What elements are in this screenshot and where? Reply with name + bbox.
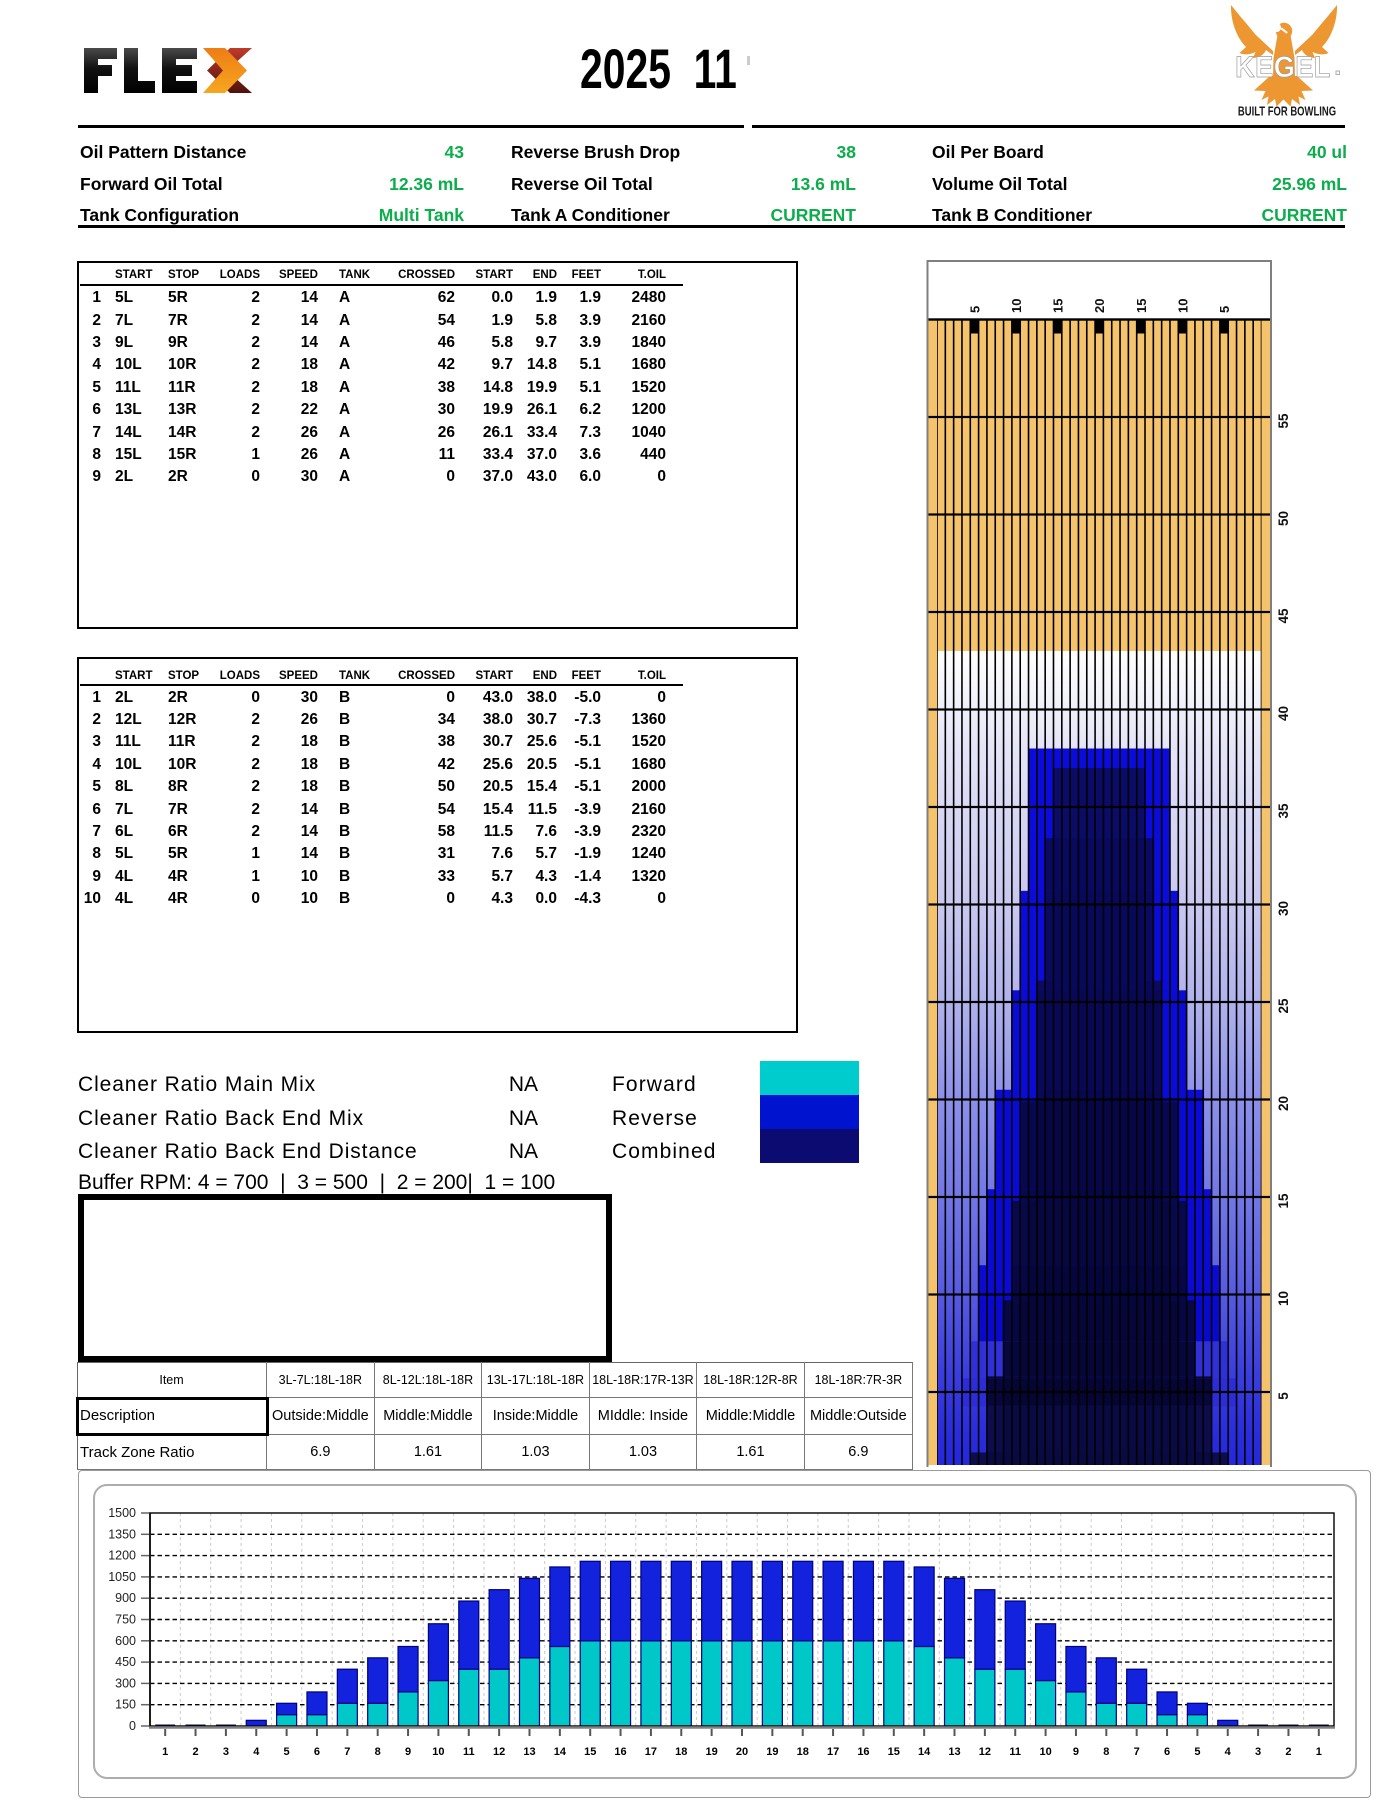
svg-text:25: 25 — [1276, 998, 1291, 1014]
svg-text:150: 150 — [115, 1698, 136, 1712]
svg-text:9: 9 — [405, 1746, 411, 1758]
svg-text:300: 300 — [115, 1676, 136, 1690]
svg-text:10: 10 — [1176, 299, 1191, 313]
svg-text:1: 1 — [162, 1746, 168, 1758]
svg-text:11: 11 — [463, 1746, 475, 1758]
svg-text:1: 1 — [1316, 1746, 1322, 1758]
svg-text:12: 12 — [979, 1746, 991, 1758]
svg-text:40: 40 — [1276, 706, 1291, 721]
svg-text:4: 4 — [1225, 1746, 1232, 1758]
svg-text:9: 9 — [1073, 1746, 1079, 1758]
svg-text:15: 15 — [1134, 299, 1149, 313]
svg-text:KEGEL: KEGEL — [1235, 51, 1331, 84]
svg-text:19: 19 — [706, 1746, 718, 1758]
svg-text:600: 600 — [115, 1634, 136, 1648]
svg-text:35: 35 — [1276, 803, 1291, 819]
svg-text:15: 15 — [1051, 299, 1066, 313]
svg-text:3: 3 — [1255, 1746, 1261, 1758]
svg-text:16: 16 — [614, 1746, 626, 1758]
svg-text:2: 2 — [192, 1746, 198, 1758]
svg-text:17: 17 — [645, 1746, 657, 1758]
svg-text:6: 6 — [1164, 1746, 1170, 1758]
svg-text:19: 19 — [766, 1746, 778, 1758]
svg-text:BUILT FOR BOWLING: BUILT FOR BOWLING — [1238, 105, 1336, 119]
svg-text:7: 7 — [344, 1746, 350, 1758]
svg-text:8: 8 — [1103, 1746, 1109, 1758]
svg-text:13: 13 — [948, 1746, 960, 1758]
svg-text:10: 10 — [432, 1746, 444, 1758]
svg-text:14: 14 — [554, 1746, 567, 1758]
svg-text:0: 0 — [129, 1719, 136, 1733]
svg-text:2: 2 — [1285, 1746, 1291, 1758]
svg-text:750: 750 — [115, 1613, 136, 1627]
svg-text:20: 20 — [1092, 299, 1107, 313]
svg-text:10: 10 — [1009, 299, 1024, 313]
svg-text:20: 20 — [736, 1746, 748, 1758]
svg-text:45: 45 — [1276, 608, 1291, 624]
svg-text:30: 30 — [1276, 901, 1291, 916]
svg-text:15: 15 — [584, 1746, 596, 1758]
svg-text:18: 18 — [675, 1746, 687, 1758]
svg-text:50: 50 — [1276, 511, 1291, 526]
svg-text:5: 5 — [967, 306, 982, 313]
svg-text:16: 16 — [857, 1746, 869, 1758]
svg-text:13: 13 — [523, 1746, 535, 1758]
svg-text:1200: 1200 — [108, 1549, 136, 1563]
svg-text:5: 5 — [1217, 306, 1232, 313]
svg-text:1050: 1050 — [108, 1570, 136, 1584]
svg-text:3: 3 — [223, 1746, 229, 1758]
svg-text:14: 14 — [918, 1746, 931, 1758]
svg-text:7: 7 — [1134, 1746, 1140, 1758]
svg-text:17: 17 — [827, 1746, 839, 1758]
svg-text:5: 5 — [284, 1746, 290, 1758]
svg-text:5: 5 — [1194, 1746, 1200, 1758]
svg-text:900: 900 — [115, 1591, 136, 1605]
svg-text:10: 10 — [1276, 1291, 1291, 1306]
svg-text:450: 450 — [115, 1655, 136, 1669]
svg-text:6: 6 — [314, 1746, 320, 1758]
svg-text:15: 15 — [1276, 1193, 1291, 1209]
svg-text:4: 4 — [253, 1746, 260, 1758]
svg-text:5: 5 — [1276, 1392, 1291, 1400]
svg-text:10: 10 — [1039, 1746, 1051, 1758]
svg-text:1350: 1350 — [108, 1527, 136, 1541]
svg-text:12: 12 — [493, 1746, 505, 1758]
svg-text:20: 20 — [1276, 1096, 1291, 1111]
svg-text:11: 11 — [1009, 1746, 1021, 1758]
svg-text:8: 8 — [375, 1746, 381, 1758]
svg-text:15: 15 — [888, 1746, 900, 1758]
svg-text:18: 18 — [797, 1746, 809, 1758]
svg-text:55: 55 — [1276, 413, 1291, 429]
svg-text:1500: 1500 — [108, 1506, 136, 1520]
